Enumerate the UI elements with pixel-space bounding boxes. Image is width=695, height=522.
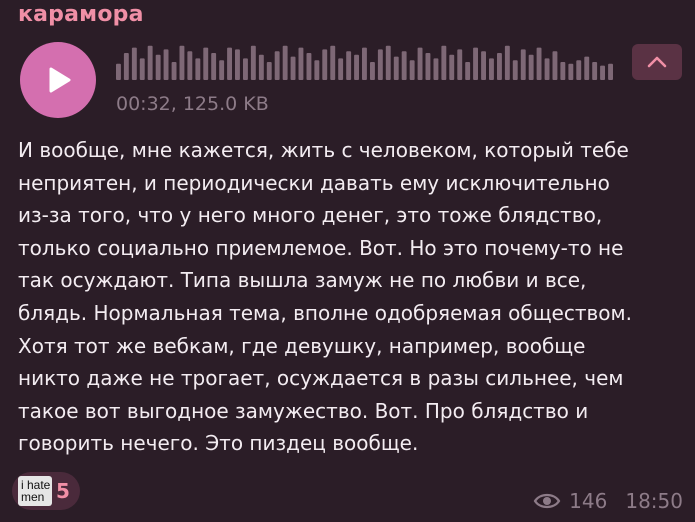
waveform-bar [401, 51, 407, 80]
waveform-bar [441, 45, 447, 80]
reaction-sticker: i hate men [18, 476, 52, 506]
waveform-bar [330, 45, 336, 80]
waveform-bar [322, 49, 328, 80]
waveform-bar [544, 58, 550, 80]
waveform-bar [584, 56, 590, 80]
waveform-bar [346, 51, 352, 80]
waveform-bar [568, 63, 574, 80]
waveform-bar [552, 51, 558, 80]
waveform-bar [306, 53, 312, 80]
sender-name[interactable]: карамора [18, 2, 144, 27]
chevron-up-icon [647, 56, 667, 68]
waveform-bar [179, 45, 185, 80]
message-line: из-за того, что у него много денег, это … [18, 203, 603, 228]
message-text: И вообще, мне кажется, жить с человеком,… [18, 134, 686, 460]
message-line: говорить нечего. Это пиздец вообще. [18, 431, 419, 456]
message-line: так осуждают. Типа вышла замуж не по люб… [18, 268, 587, 293]
waveform-bar [560, 62, 566, 80]
waveform-bar [457, 49, 463, 80]
waveform-bar [370, 62, 375, 80]
waveform-bar [497, 53, 502, 80]
waveform-bar [425, 53, 431, 80]
waveform-bar [258, 54, 264, 80]
waveform-bar [227, 47, 232, 80]
waveform-bar [282, 45, 288, 80]
waveform-bar [528, 54, 534, 80]
waveform-bar [489, 58, 494, 80]
waveform-bar [116, 63, 121, 80]
waveform-bar [290, 56, 296, 80]
sticker-text-line: men [21, 490, 45, 504]
message-line: Хотя тот же вебкам, где девушку, наприме… [18, 333, 586, 358]
play-button[interactable] [20, 42, 96, 118]
waveform-bar [235, 49, 240, 80]
waveform-bar [504, 45, 510, 80]
waveform-bar [147, 45, 153, 80]
waveform-bar [195, 58, 201, 80]
waveform-bar [155, 54, 161, 80]
waveform-bar [163, 49, 169, 80]
waveform-bar [274, 51, 280, 80]
message-time: 18:50 [625, 489, 683, 513]
waveform-bar [473, 47, 478, 80]
message-line: только социально приемлемое. Вот. Но это… [18, 235, 624, 260]
voice-waveform[interactable] [115, 44, 615, 80]
waveform-bar [139, 58, 145, 80]
waveform-bar [354, 54, 359, 80]
message-footer: 146 18:50 [533, 489, 683, 513]
message-line: такое вот выгодное замужество. Вот. Про … [18, 398, 589, 423]
waveform-bar [187, 51, 193, 80]
view-count: 146 [569, 489, 608, 513]
waveform-bar [203, 47, 209, 80]
waveform-bar [171, 62, 177, 80]
waveform-bar [449, 54, 455, 80]
play-icon [49, 67, 71, 93]
collapse-button[interactable] [632, 44, 682, 80]
waveform-bar [123, 53, 129, 80]
waveform-bar [433, 58, 439, 80]
waveform-bar [298, 47, 304, 80]
waveform-bar [417, 47, 423, 80]
message-line: И вообще, мне кажется, жить с человеком,… [18, 138, 629, 162]
waveform-bar [465, 62, 471, 80]
waveform-bar [377, 49, 383, 80]
waveform-bar [393, 56, 399, 80]
waveform-bar [409, 60, 415, 80]
waveform-bar [385, 45, 391, 80]
reaction-button[interactable]: i hate men 5 [12, 472, 80, 510]
eye-icon [533, 493, 561, 509]
waveform-bar [362, 47, 367, 80]
waveform-bar [536, 47, 542, 80]
waveform-bar [338, 58, 344, 80]
waveform-bar [131, 47, 137, 80]
waveform-bar [520, 49, 526, 80]
waveform-bar [250, 45, 256, 80]
waveform-bar [219, 60, 225, 80]
message-line: неприятен, и периодически давать ему иск… [18, 170, 610, 195]
message-line: никто даже не трогает, осуждается в разы… [18, 366, 624, 391]
waveform-bar [600, 65, 605, 80]
waveform-bar [266, 62, 272, 80]
waveform-bar [592, 62, 598, 80]
reaction-count: 5 [56, 479, 70, 503]
voice-meta: 00:32, 125.0 KB [116, 93, 269, 115]
message-line: блядь. Нормальная тема, вполне одобряема… [18, 300, 632, 325]
waveform-bar [481, 51, 486, 80]
waveform-bar [314, 60, 320, 80]
waveform-bar [211, 53, 217, 80]
waveform-bar [512, 60, 518, 80]
waveform-bar [243, 58, 248, 80]
waveform-bar [608, 63, 613, 80]
waveform-bar [576, 60, 582, 80]
